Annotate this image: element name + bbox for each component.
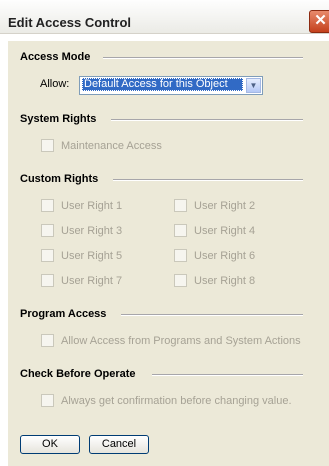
checkbox-box[interactable] [41, 139, 54, 152]
access-mode-divider [103, 57, 303, 59]
access-mode-heading: Access Mode [20, 51, 91, 63]
user-right-1-checkbox[interactable]: User Right 1 [41, 199, 122, 212]
system-rights-heading: System Rights [20, 113, 97, 125]
checkbox-box[interactable] [174, 249, 187, 262]
chevron-down-icon[interactable]: ▼ [246, 78, 261, 93]
title-bar: Edit Access Control ✕ [0, 0, 329, 34]
checkbox-box[interactable] [41, 224, 54, 237]
checkbox-box[interactable] [41, 249, 54, 262]
cancel-button[interactable]: Cancel [89, 435, 149, 454]
system-rights-divider [111, 119, 303, 121]
user-right-3-checkbox[interactable]: User Right 3 [41, 224, 122, 237]
checkbox-label: User Right 3 [61, 224, 123, 237]
user-right-8-checkbox[interactable]: User Right 8 [174, 274, 255, 287]
checkbox-box[interactable] [41, 199, 54, 212]
allow-dropdown-value: Default Access for this Object [82, 78, 243, 91]
user-right-5-checkbox[interactable]: User Right 5 [41, 249, 122, 262]
custom-rights-heading: Custom Rights [20, 173, 99, 185]
window-title: Edit Access Control [8, 15, 132, 30]
checkbox-label: User Right 1 [61, 199, 123, 212]
program-access-divider [121, 314, 303, 316]
checkbox-label: Always get confirmation before changing … [61, 394, 292, 407]
checkbox-box[interactable] [41, 394, 54, 407]
checkbox-label: User Right 6 [194, 249, 256, 262]
program-access-heading: Program Access [20, 308, 107, 320]
checkbox-box[interactable] [41, 274, 54, 287]
checkbox-label: User Right 4 [194, 224, 256, 237]
checkbox-box[interactable] [41, 334, 54, 347]
allow-label: Allow: [40, 78, 70, 90]
checkbox-label: User Right 8 [194, 274, 256, 287]
checkbox-label: User Right 2 [194, 199, 256, 212]
allow-dropdown[interactable]: Default Access for this Object ▼ [79, 76, 263, 95]
checkbox-label: Allow Access from Programs and System Ac… [61, 334, 301, 347]
user-right-6-checkbox[interactable]: User Right 6 [174, 249, 255, 262]
custom-rights-divider [113, 179, 303, 181]
confirmation-checkbox[interactable]: Always get confirmation before changing … [41, 394, 292, 407]
user-right-7-checkbox[interactable]: User Right 7 [41, 274, 122, 287]
close-icon[interactable]: ✕ [309, 10, 329, 33]
checkbox-box[interactable] [174, 224, 187, 237]
check-before-operate-divider [152, 374, 303, 376]
checkbox-label: User Right 5 [61, 249, 123, 262]
check-before-operate-heading: Check Before Operate [20, 368, 136, 380]
user-right-4-checkbox[interactable]: User Right 4 [174, 224, 255, 237]
checkbox-label: Maintenance Access [61, 139, 162, 152]
user-right-2-checkbox[interactable]: User Right 2 [174, 199, 255, 212]
checkbox-box[interactable] [174, 274, 187, 287]
checkbox-label: User Right 7 [61, 274, 123, 287]
ok-button[interactable]: OK [20, 435, 80, 454]
checkbox-box[interactable] [174, 199, 187, 212]
maintenance-access-checkbox[interactable]: Maintenance Access [41, 139, 162, 152]
program-access-checkbox[interactable]: Allow Access from Programs and System Ac… [41, 334, 301, 347]
